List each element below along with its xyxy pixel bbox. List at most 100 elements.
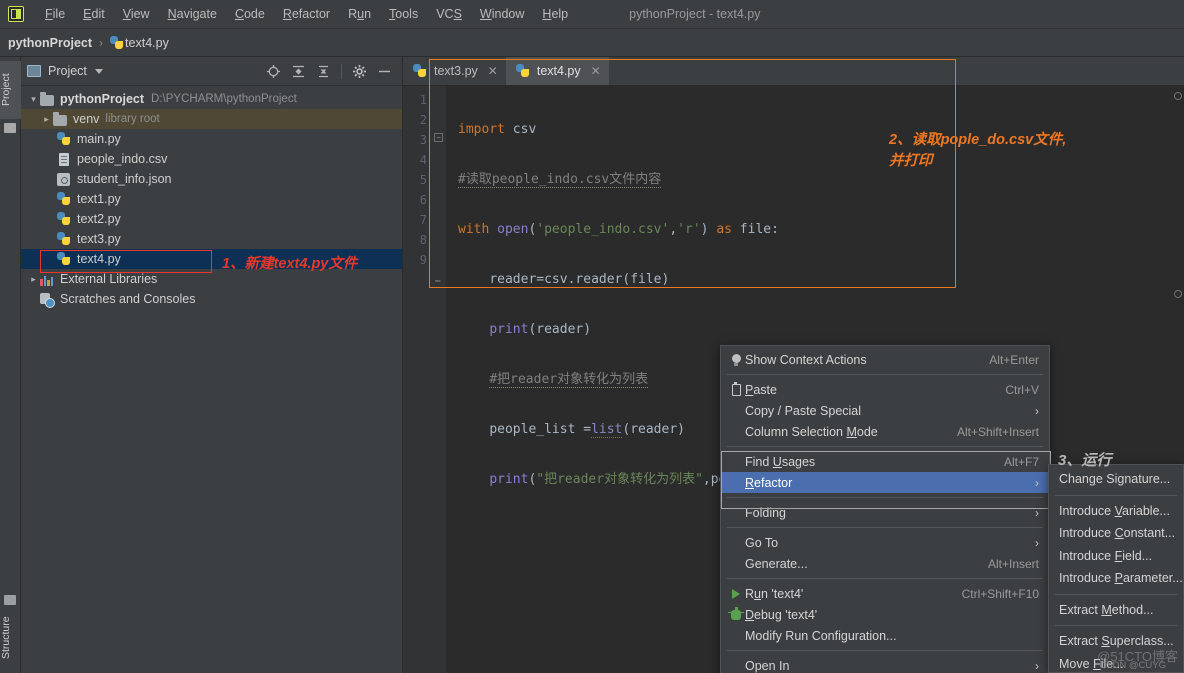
menu-item-debug-text4[interactable]: Debug 'text4' (721, 604, 1049, 625)
line-number: 6 (419, 193, 427, 207)
tree-label: text1.py (77, 192, 121, 206)
tree-label: External Libraries (60, 272, 158, 286)
menu-item-label: Folding (745, 505, 786, 520)
menu-tools[interactable]: Tools (380, 3, 427, 25)
editor-context-menu[interactable]: Show Context Actions Alt+Enter Paste Ctr… (720, 345, 1051, 673)
menu-item-label: Modify Run Configuration... (745, 628, 897, 643)
menu-item-paste[interactable]: Paste Ctrl+V (721, 379, 1049, 400)
chevron-down-icon[interactable]: ▾ (27, 94, 40, 105)
menu-item-accelerator: Alt+F7 (1003, 454, 1039, 469)
toolbar-divider (341, 63, 342, 79)
chevron-down-icon[interactable] (94, 68, 103, 74)
tree-node-student-info-json[interactable]: student_info.json (21, 169, 402, 189)
menu-navigate[interactable]: Navigate (159, 3, 226, 25)
tree-node-people-indo-csv[interactable]: people_indo.csv (21, 149, 402, 169)
menu-item-label: Copy / Paste Special (745, 403, 862, 418)
menu-item-find-usages[interactable]: Find Usages Alt+F7 (721, 451, 1049, 472)
tree-node-pythonproject[interactable]: ▾ pythonProject D:\PYCHARM\pythonProject (21, 89, 402, 109)
menu-bar: File Edit View Navigate Code Refactor Ru… (36, 3, 577, 25)
tree-node-text2-py[interactable]: text2.py (21, 209, 402, 229)
tree-label: Scratches and Consoles (60, 292, 196, 306)
code-line-2: #读取people_indo.csv文件内容 (458, 172, 662, 188)
editor-tab-text4[interactable]: text4.py ✕ (505, 57, 609, 85)
tree-label: text2.py (77, 212, 121, 226)
chevron-right-icon: › (1035, 505, 1039, 520)
hide-panel-icon[interactable] (377, 64, 392, 79)
menu-item-modify-run-configuration[interactable]: Modify Run Configuration... (721, 625, 1049, 646)
submenu-item-label: Extract Method... (1059, 602, 1154, 617)
close-icon[interactable]: ✕ (488, 64, 498, 78)
tree-node-venv[interactable]: ▸ venv library root (21, 109, 402, 129)
fold-collapse-icon[interactable]: − (434, 133, 443, 142)
structure-icon (4, 595, 16, 605)
tree-node-text3-py[interactable]: text3.py (21, 229, 402, 249)
submenu-item-label: Introduce Constant... (1059, 526, 1176, 541)
editor-tab-text3[interactable]: text3.py ✕ (403, 57, 506, 85)
submenu-item-extract-method[interactable]: Extract Method... (1049, 599, 1183, 622)
refactor-submenu[interactable]: Change Signature... Introduce Variable..… (1048, 464, 1184, 673)
menu-file[interactable]: File (36, 3, 74, 25)
menu-item-copy-paste-special[interactable]: Copy / Paste Special › (721, 400, 1049, 421)
clipboard-icon (727, 381, 745, 396)
settings-gear-icon[interactable] (352, 64, 367, 79)
chevron-right-icon[interactable]: ▸ (40, 114, 53, 125)
locate-icon[interactable] (266, 64, 281, 79)
menu-view[interactable]: View (114, 3, 159, 25)
menu-window[interactable]: Window (471, 3, 533, 25)
tree-node-note: library root (105, 113, 160, 125)
menu-item-run-text4[interactable]: Run 'text4' Ctrl+Shift+F10 (721, 583, 1049, 604)
menu-item-go-to[interactable]: Go To › (721, 532, 1049, 553)
menu-item-refactor[interactable]: Refactor › (721, 472, 1049, 493)
breadcrumb-project[interactable]: pythonProject (8, 36, 92, 50)
code-line-4: reader=csv.reader(file) (489, 272, 670, 288)
collapse-all-icon[interactable] (316, 64, 331, 79)
menu-help[interactable]: Help (533, 3, 577, 25)
chevron-right-icon: › (1035, 475, 1039, 490)
submenu-item-introduce-field[interactable]: Introduce Field... (1049, 545, 1183, 568)
tree-node-scratches-and-consoles[interactable]: Scratches and Consoles (21, 289, 402, 309)
menu-item-column-selection-mode[interactable]: Column Selection Mode Alt+Shift+Insert (721, 421, 1049, 442)
menu-item-show-context-actions[interactable]: Show Context Actions Alt+Enter (721, 349, 1049, 370)
tool-tab-project[interactable]: Project (0, 61, 21, 119)
tree-label: pythonProject (60, 92, 145, 106)
menu-refactor[interactable]: Refactor (274, 3, 339, 25)
tree-node-text1-py[interactable]: text1.py (21, 189, 402, 209)
lightbulb-icon (727, 353, 745, 366)
menu-vcs[interactable]: VCS (427, 3, 471, 25)
chevron-right-icon[interactable]: ▸ (27, 274, 40, 285)
code-folding-gutter[interactable]: − ⎯ (432, 86, 446, 673)
expand-all-icon[interactable] (291, 64, 306, 79)
menu-separator (727, 374, 1043, 375)
project-panel-header: Project (21, 57, 402, 86)
submenu-item-label: Introduce Variable... (1059, 503, 1170, 518)
chevron-right-icon: › (1035, 535, 1039, 550)
fold-end-marker-icon: ⎯ (435, 274, 441, 287)
scroll-marker-icon[interactable] (1174, 92, 1182, 100)
breadcrumb-file[interactable]: text4.py (125, 36, 169, 50)
menu-item-folding[interactable]: Folding › (721, 502, 1049, 523)
menu-code[interactable]: Code (226, 3, 274, 25)
tree-label: text3.py (77, 232, 121, 246)
menu-separator (1055, 625, 1177, 626)
line-number: 3 (419, 133, 427, 147)
menu-run[interactable]: Run (339, 3, 380, 25)
submenu-item-change-signature[interactable]: Change Signature... (1049, 468, 1183, 491)
python-file-icon (110, 35, 125, 50)
submenu-item-introduce-constant[interactable]: Introduce Constant... (1049, 522, 1183, 545)
menu-separator (727, 650, 1043, 651)
annotation-step2-line2: 并打印 (889, 153, 933, 169)
tree-node-main-py[interactable]: main.py (21, 129, 402, 149)
scroll-marker-icon[interactable] (1174, 290, 1182, 298)
menu-edit[interactable]: Edit (74, 3, 114, 25)
submenu-item-introduce-parameter[interactable]: Introduce Parameter... (1049, 567, 1183, 590)
menu-item-open-in[interactable]: Open In › (721, 655, 1049, 673)
tree-project-path: D:\PYCHARM\pythonProject (151, 93, 297, 105)
project-folder-icon (4, 123, 16, 133)
tool-tab-structure[interactable]: Structure (0, 607, 21, 669)
menu-item-label: Run 'text4' (745, 586, 804, 601)
libraries-icon (40, 272, 55, 287)
menu-item-generate[interactable]: Generate... Alt+Insert (721, 553, 1049, 574)
close-icon[interactable]: ✕ (591, 64, 601, 78)
submenu-item-introduce-variable[interactable]: Introduce Variable... (1049, 500, 1183, 523)
menu-item-label: Column Selection Mode (745, 424, 878, 439)
